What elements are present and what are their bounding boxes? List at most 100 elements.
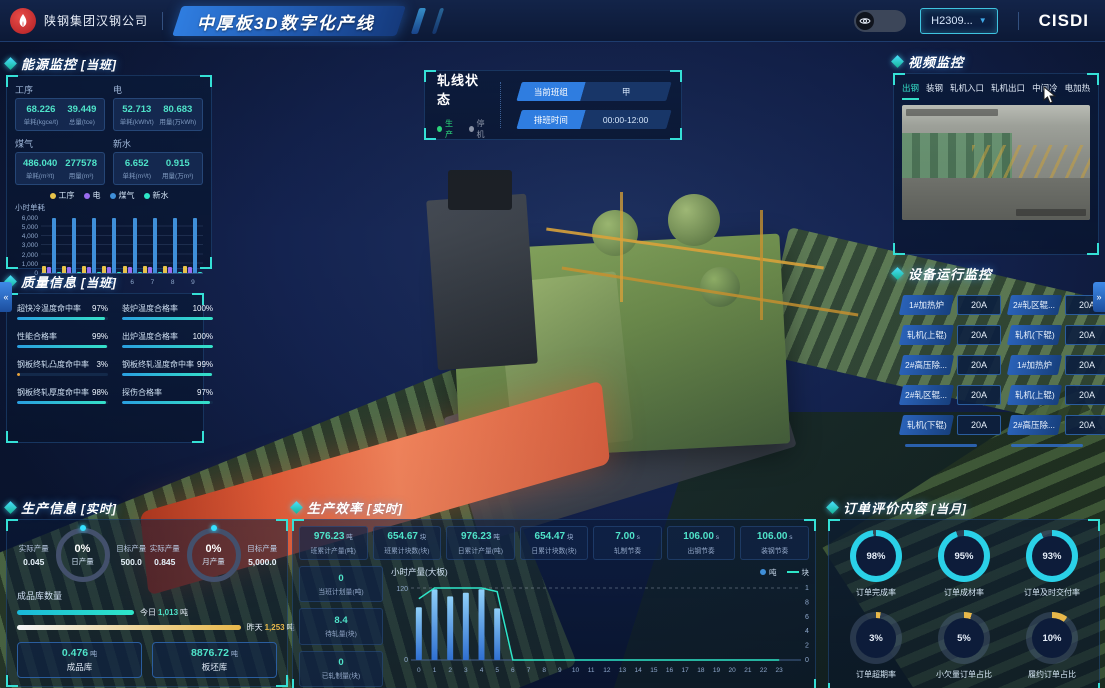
visibility-toggle[interactable] <box>854 10 906 32</box>
device-item[interactable]: 1#加热炉20A <box>901 295 1001 315</box>
gauge-dot <box>80 525 86 531</box>
company-logo-icon <box>10 8 36 34</box>
quality-item-head: 性能合格率99% <box>17 331 108 342</box>
zero-percent-gauge: 0%日产量 <box>56 528 110 582</box>
svg-text:21: 21 <box>744 667 752 674</box>
energy-cell: 新水6.652单耗(m³/t)0.915用量(万m³) <box>113 137 203 185</box>
efficiency-side-tiles: 0当班计划量(吨)8.4待轧量(块)0已轧制量(块) <box>299 566 383 687</box>
device-item[interactable]: 轧机(下辊)20A <box>901 415 1001 435</box>
energy-cell: 煤气486.040单耗(m³/t)277578用量(m³) <box>15 137 105 185</box>
production-frame: 实际产量0.0450%日产量目标产量500.0实际产量0.8450%月产量目标产… <box>6 519 288 687</box>
panel-title-suffix: [当月] <box>931 502 967 516</box>
panel-title-row: 视频监控 <box>893 52 1099 70</box>
video-tab[interactable]: 电加热 <box>1065 82 1090 100</box>
device-item[interactable]: 轧机(上辊)20A <box>1009 385 1105 405</box>
efficiency-side-tile: 0当班计划量(吨) <box>299 566 383 602</box>
device-name: 2#轧区辊... <box>899 385 954 405</box>
video-tab[interactable]: 轧机出口 <box>991 82 1025 100</box>
page-title-plate: 中厚板3D数字化产线 <box>172 6 405 36</box>
quality-label: 探伤合格率 <box>122 387 162 398</box>
energy-unit: 用量(m³) <box>65 170 97 180</box>
tile-label: 班累计产量(吨) <box>302 545 365 555</box>
quality-item: 钢板终轧凸度命中率3% <box>17 359 108 376</box>
panel-title-suffix: [实时] <box>81 502 117 516</box>
panel-title: 生产效率 <box>307 501 363 516</box>
stock-bar-label: 今日 <box>140 607 156 618</box>
dropdown-value: H2309... <box>931 15 973 27</box>
cctv-video-feed[interactable] <box>902 105 1090 220</box>
scrollbar[interactable] <box>1011 444 1083 447</box>
app-header: 陕钢集团汉钢公司 中厚板3D数字化产线 H2309... ▼ CISDI <box>0 0 1105 42</box>
company-name: 陕钢集团汉钢公司 <box>44 12 148 29</box>
legend-item: 新水 <box>144 190 169 201</box>
scrollbar[interactable] <box>905 444 977 447</box>
device-value: 20A <box>957 355 1001 375</box>
axis-tick: 6,000 <box>15 215 38 222</box>
line-status-legend: 生产停机 <box>437 118 490 140</box>
quality-label: 性能合格率 <box>17 331 57 342</box>
legend-label: 吨 <box>769 567 777 578</box>
tile-label: 待轧量(块) <box>325 628 357 638</box>
efficiency-tile: 106.00 s装钢节奏 <box>740 526 809 560</box>
energy-value: 277578 <box>65 158 97 169</box>
tile-label: 轧制节奏 <box>596 545 659 555</box>
furnace-select-dropdown[interactable]: H2309... ▼ <box>920 8 998 34</box>
stock-boxes: 0.476吨成品库8876.72吨板坯库 <box>17 642 277 678</box>
donut-value: 93% <box>1026 530 1078 582</box>
energy-bar <box>173 218 177 273</box>
svg-text:16: 16 <box>666 667 674 674</box>
ribbon-value: 甲 <box>580 82 671 101</box>
legend-item: 块 <box>787 567 810 578</box>
energy-value: 39.449 <box>67 104 96 115</box>
device-item[interactable]: 2#轧区辊...20A <box>1009 295 1105 315</box>
device-name: 2#高压除... <box>899 355 954 375</box>
energy-chart-ylabel: 小时单耗 <box>15 202 203 213</box>
actual-output: 实际产量0.045 <box>17 543 51 567</box>
quality-item: 装炉温度合格率100% <box>122 303 213 320</box>
device-item[interactable]: 2#轧区辊...20A <box>901 385 1001 405</box>
device-item[interactable]: 轧机(下辊)20A <box>1009 325 1105 345</box>
legend-label: 电 <box>93 190 101 201</box>
device-monitor-panel: 设备运行监控 1#加热炉20A2#轧区辊...20A轧机(上辊)20A轧机(下辊… <box>893 264 1105 451</box>
page-title: 中厚板3D数字化产线 <box>197 8 375 33</box>
device-item[interactable]: 轧机(上辊)20A <box>901 325 1001 345</box>
stock-box-label: 成品库 <box>67 661 93 673</box>
device-value: 20A <box>957 325 1001 345</box>
right-panel-collapse-handle[interactable]: » <box>1093 282 1105 312</box>
tile-label: 已轧制量(块) <box>322 670 361 680</box>
svg-text:4: 4 <box>805 628 809 635</box>
tile-value: 976.23 吨 <box>302 531 365 542</box>
quality-bar-track <box>17 401 108 404</box>
ribbon-label: 当前班组 <box>516 82 585 101</box>
svg-text:10: 10 <box>572 667 580 674</box>
legend-dot <box>144 193 150 199</box>
panel-title-row: 设备运行监控 <box>893 264 1105 282</box>
quality-value: 3% <box>96 360 108 369</box>
stock-bar <box>17 610 134 615</box>
panel-diamond-icon <box>4 57 17 70</box>
device-item[interactable]: 2#高压除...20A <box>1009 415 1105 435</box>
device-item[interactable]: 2#高压除...20A <box>901 355 1001 375</box>
left-panel-collapse-handle[interactable]: « <box>0 282 12 312</box>
quality-item: 性能合格率99% <box>17 331 108 348</box>
panel-diamond-icon <box>4 501 17 514</box>
quality-label: 钢板终轧厚度命中率 <box>17 387 89 398</box>
svg-text:14: 14 <box>635 667 643 674</box>
device-item[interactable]: 1#加热炉20A <box>1009 355 1105 375</box>
quality-value: 99% <box>197 360 213 369</box>
video-tab[interactable]: 轧机入口 <box>950 82 984 100</box>
stock-bar-value: 1,013 <box>158 608 178 617</box>
energy-value: 486.040 <box>23 158 57 169</box>
video-tab[interactable]: 装钢 <box>926 82 943 100</box>
line-status-ribbons: 当前班组甲排班时间00:00-12:00 <box>511 82 669 129</box>
energy-unit: 用量(万kWh) <box>159 116 196 126</box>
quality-item-head: 钢板终轧凸度命中率3% <box>17 359 108 370</box>
svg-text:8: 8 <box>805 599 809 606</box>
stock-bars: 今日1,013吨昨天1,253吨 <box>17 607 277 633</box>
efficiency-side-tile: 8.4待轧量(块) <box>299 608 383 644</box>
energy-bar <box>72 218 76 273</box>
video-tab[interactable]: 出钢 <box>902 82 919 100</box>
quality-item-head: 钢板终轧温度命中率99% <box>122 359 213 370</box>
energy-bar <box>92 218 96 273</box>
stock-box-value: 8876.72吨 <box>191 647 238 659</box>
